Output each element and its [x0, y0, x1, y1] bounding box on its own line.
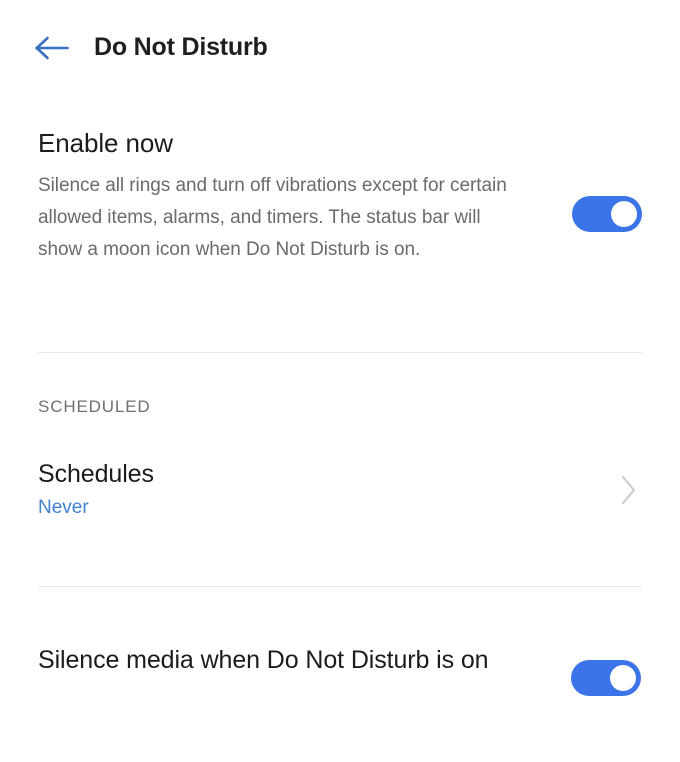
enable-now-text-block: Enable now Silence all rings and turn of… [38, 130, 528, 266]
page-title: Do Not Disturb [94, 33, 268, 61]
silence-media-row: Silence media when Do Not Disturb is on [38, 640, 642, 701]
toggle-knob [611, 201, 637, 227]
schedules-row[interactable]: Schedules Never [38, 462, 642, 517]
enable-now-description: Silence all rings and turn off vibration… [38, 175, 507, 260]
enable-now-row: Enable now Silence all rings and turn of… [38, 130, 642, 266]
silence-media-toggle-wrapper [571, 660, 641, 701]
toggle-knob [610, 665, 636, 691]
enable-now-title: Enable now [38, 128, 173, 158]
silence-media-title: Silence media when Do Not Disturb is on [38, 646, 489, 674]
schedules-text-block: Schedules Never [38, 460, 154, 518]
enable-now-toggle-wrapper [572, 196, 642, 237]
divider-below-scheduled [38, 586, 642, 587]
app-bar: Do Not Disturb [0, 0, 680, 95]
section-header-scheduled: SCHEDULED [38, 397, 151, 416]
do-not-disturb-settings-screen: Do Not Disturb Enable now Silence all ri… [0, 0, 680, 762]
back-button[interactable] [30, 26, 74, 70]
schedules-title: Schedules [38, 460, 154, 488]
schedules-value: Never [38, 497, 89, 518]
silence-media-toggle[interactable] [571, 660, 641, 696]
chevron-right-icon [618, 473, 640, 507]
arrow-left-icon [34, 35, 70, 61]
enable-now-toggle[interactable] [572, 196, 642, 232]
divider-above-scheduled [38, 352, 642, 353]
